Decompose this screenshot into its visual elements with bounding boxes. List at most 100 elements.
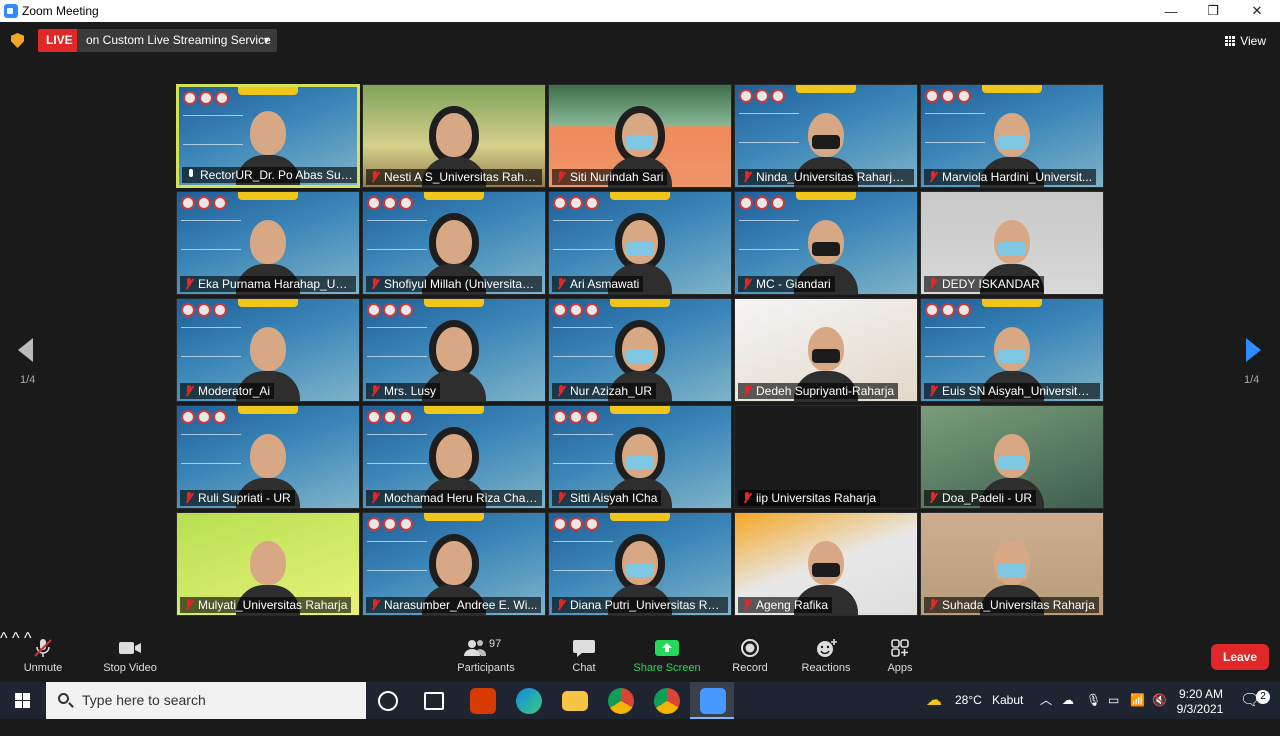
- grid-view-icon: [1225, 36, 1236, 46]
- participant-tile[interactable]: MC - Giandari: [734, 191, 918, 295]
- participant-name: Siti Nurindah Sari: [570, 170, 664, 184]
- microphone-muted-icon: [556, 385, 566, 397]
- record-button[interactable]: Record: [728, 630, 772, 682]
- workshop-badge: [238, 87, 298, 95]
- chat-button[interactable]: Chat: [562, 630, 606, 682]
- participant-tile[interactable]: Ari Asmawati: [548, 191, 732, 295]
- participant-name: Ruli Supriati - UR: [198, 491, 291, 505]
- workshop-badge: [424, 513, 484, 521]
- participant-tile[interactable]: Mrs. Lusy: [362, 298, 546, 402]
- participant-tile[interactable]: Suhada_Universitas Raharja: [920, 512, 1104, 616]
- participant-tile[interactable]: Sitti Aisyah ICha: [548, 405, 732, 509]
- file-explorer-icon[interactable]: [562, 691, 588, 711]
- workshop-badge: [238, 299, 298, 307]
- chrome-icon[interactable]: [608, 688, 634, 714]
- microphone-muted-icon: [370, 599, 380, 611]
- participant-tile[interactable]: Nesti A S_Universitas Raha...: [362, 84, 546, 188]
- workshop-badge: [610, 406, 670, 414]
- next-page-arrow-icon[interactable]: [1246, 338, 1261, 362]
- security-shield-icon[interactable]: [11, 33, 24, 48]
- participant-tile[interactable]: Narasumber_Andree E. Wi...: [362, 512, 546, 616]
- participant-tile[interactable]: Doa_Padeli - UR: [920, 405, 1104, 509]
- participant-name: Mrs. Lusy: [384, 384, 437, 398]
- edge-browser-icon[interactable]: [516, 688, 542, 714]
- webinar-logos: [553, 303, 599, 317]
- leave-button[interactable]: Leave: [1211, 644, 1269, 670]
- participants-button[interactable]: 97 Participants: [452, 630, 520, 682]
- apps-button[interactable]: Apps: [880, 630, 920, 682]
- unmute-button[interactable]: Unmute: [14, 630, 72, 682]
- close-button[interactable]: ✕: [1236, 0, 1278, 22]
- participant-tile[interactable]: Mochamad Heru Riza Chak...: [362, 405, 546, 509]
- participant-tile[interactable]: Ageng Rafika: [734, 512, 918, 616]
- meeting-controls-toolbar: Unmute ^ Stop Video ^ 97 Participants ^ …: [0, 630, 1280, 682]
- live-service-dropdown[interactable]: on Custom Live Streaming Service ▼: [77, 29, 277, 52]
- participant-tile[interactable]: DEDY ISKANDAR: [920, 191, 1104, 295]
- participant-tile[interactable]: Marviola Hardini_Universit...: [920, 84, 1104, 188]
- microphone-muted-icon: [928, 492, 938, 504]
- view-button[interactable]: View: [1225, 34, 1266, 48]
- workshop-badge: [796, 85, 856, 93]
- minimize-button[interactable]: —: [1150, 0, 1192, 22]
- restore-button[interactable]: ❐: [1192, 0, 1234, 22]
- zoom-logo-icon: [4, 4, 18, 18]
- stop-video-button[interactable]: Stop Video: [98, 630, 162, 682]
- page-indicator-left: 1/4: [20, 374, 36, 386]
- participant-name: MC - Giandari: [756, 277, 831, 291]
- participant-name-label: Diana Putri_Universitas Rah...: [552, 597, 728, 613]
- participants-icon-group: 97: [463, 638, 509, 658]
- clock-date[interactable]: 9/3/2021: [1176, 699, 1224, 736]
- webinar-banner: [367, 434, 427, 464]
- taskbar-search-box[interactable]: Type here to search: [46, 682, 366, 719]
- weather-icon[interactable]: ☁: [926, 682, 942, 719]
- webinar-logos: [367, 196, 413, 210]
- participant-tile[interactable]: Diana Putri_Universitas Rah...: [548, 512, 732, 616]
- cortana-icon[interactable]: [378, 691, 398, 711]
- participant-tile[interactable]: Nur Azizah_UR: [548, 298, 732, 402]
- task-view-icon[interactable]: [424, 692, 444, 710]
- chat-label: Chat: [572, 662, 596, 674]
- participant-tile[interactable]: Eka Purnama Harahap_Uni...: [176, 191, 360, 295]
- participant-tile[interactable]: Dedeh Supriyanti-Raharja: [734, 298, 918, 402]
- previous-page-arrow-icon[interactable]: [18, 338, 33, 362]
- participant-tile[interactable]: Siti Nurindah Sari: [548, 84, 732, 188]
- participant-tile[interactable]: iip Universitas Raharja: [734, 405, 918, 509]
- microphone-muted-icon: [184, 599, 194, 611]
- wifi-icon[interactable]: 📶: [1130, 682, 1145, 719]
- tray-expand-chevron-icon[interactable]: ︿: [1040, 682, 1052, 719]
- share-screen-button[interactable]: Share Screen: [630, 630, 704, 682]
- participant-tile[interactable]: RectorUR_Dr. Po Abas Sun...: [176, 84, 360, 188]
- participant-name: DEDY ISKANDAR: [942, 277, 1040, 291]
- live-badge[interactable]: LIVE: [38, 29, 81, 52]
- participant-tile[interactable]: Shofiyul Millah (Universitas...: [362, 191, 546, 295]
- participant-tile[interactable]: Euis SN Aisyah_Universitas ...: [920, 298, 1104, 402]
- microphone-muted-icon: [742, 278, 752, 290]
- share-screen-label: Share Screen: [633, 662, 701, 674]
- reactions-label: Reactions: [801, 662, 851, 674]
- windows-start-icon[interactable]: [0, 682, 46, 719]
- participant-tile[interactable]: Moderator_Ai: [176, 298, 360, 402]
- webinar-logos: [181, 196, 227, 210]
- participant-name-label: Marviola Hardini_Universit...: [924, 169, 1097, 185]
- participant-tile[interactable]: Ninda_Universitas Raharja ...: [734, 84, 918, 188]
- participant-tile[interactable]: Mulyati_Universitas Raharja: [176, 512, 360, 616]
- video-camera-icon: [117, 638, 143, 658]
- webinar-logos: [367, 303, 413, 317]
- weather-temp[interactable]: 28°C: [955, 682, 982, 719]
- battery-icon[interactable]: ▭: [1108, 682, 1119, 719]
- office-icon[interactable]: [470, 688, 496, 714]
- weather-desc[interactable]: Kabut: [992, 682, 1023, 719]
- reactions-button[interactable]: Reactions: [798, 630, 854, 682]
- onedrive-cloud-icon[interactable]: ☁: [1062, 682, 1074, 719]
- audio-options-chevron-icon[interactable]: ^: [0, 630, 8, 647]
- smiley-plus-icon: [813, 638, 839, 658]
- unmute-label: Unmute: [23, 662, 63, 674]
- participant-tile[interactable]: Ruli Supriati - UR: [176, 405, 360, 509]
- workshop-badge: [424, 192, 484, 200]
- chrome-profile-icon[interactable]: [654, 688, 680, 714]
- participant-name: RectorUR_Dr. Po Abas Sun...: [200, 168, 358, 182]
- speaker-muted-icon[interactable]: 🔇: [1152, 682, 1167, 719]
- microphone-tray-icon[interactable]: 🎙: [1086, 682, 1101, 719]
- microphone-muted-icon: [556, 278, 566, 290]
- webinar-banner: [925, 113, 985, 143]
